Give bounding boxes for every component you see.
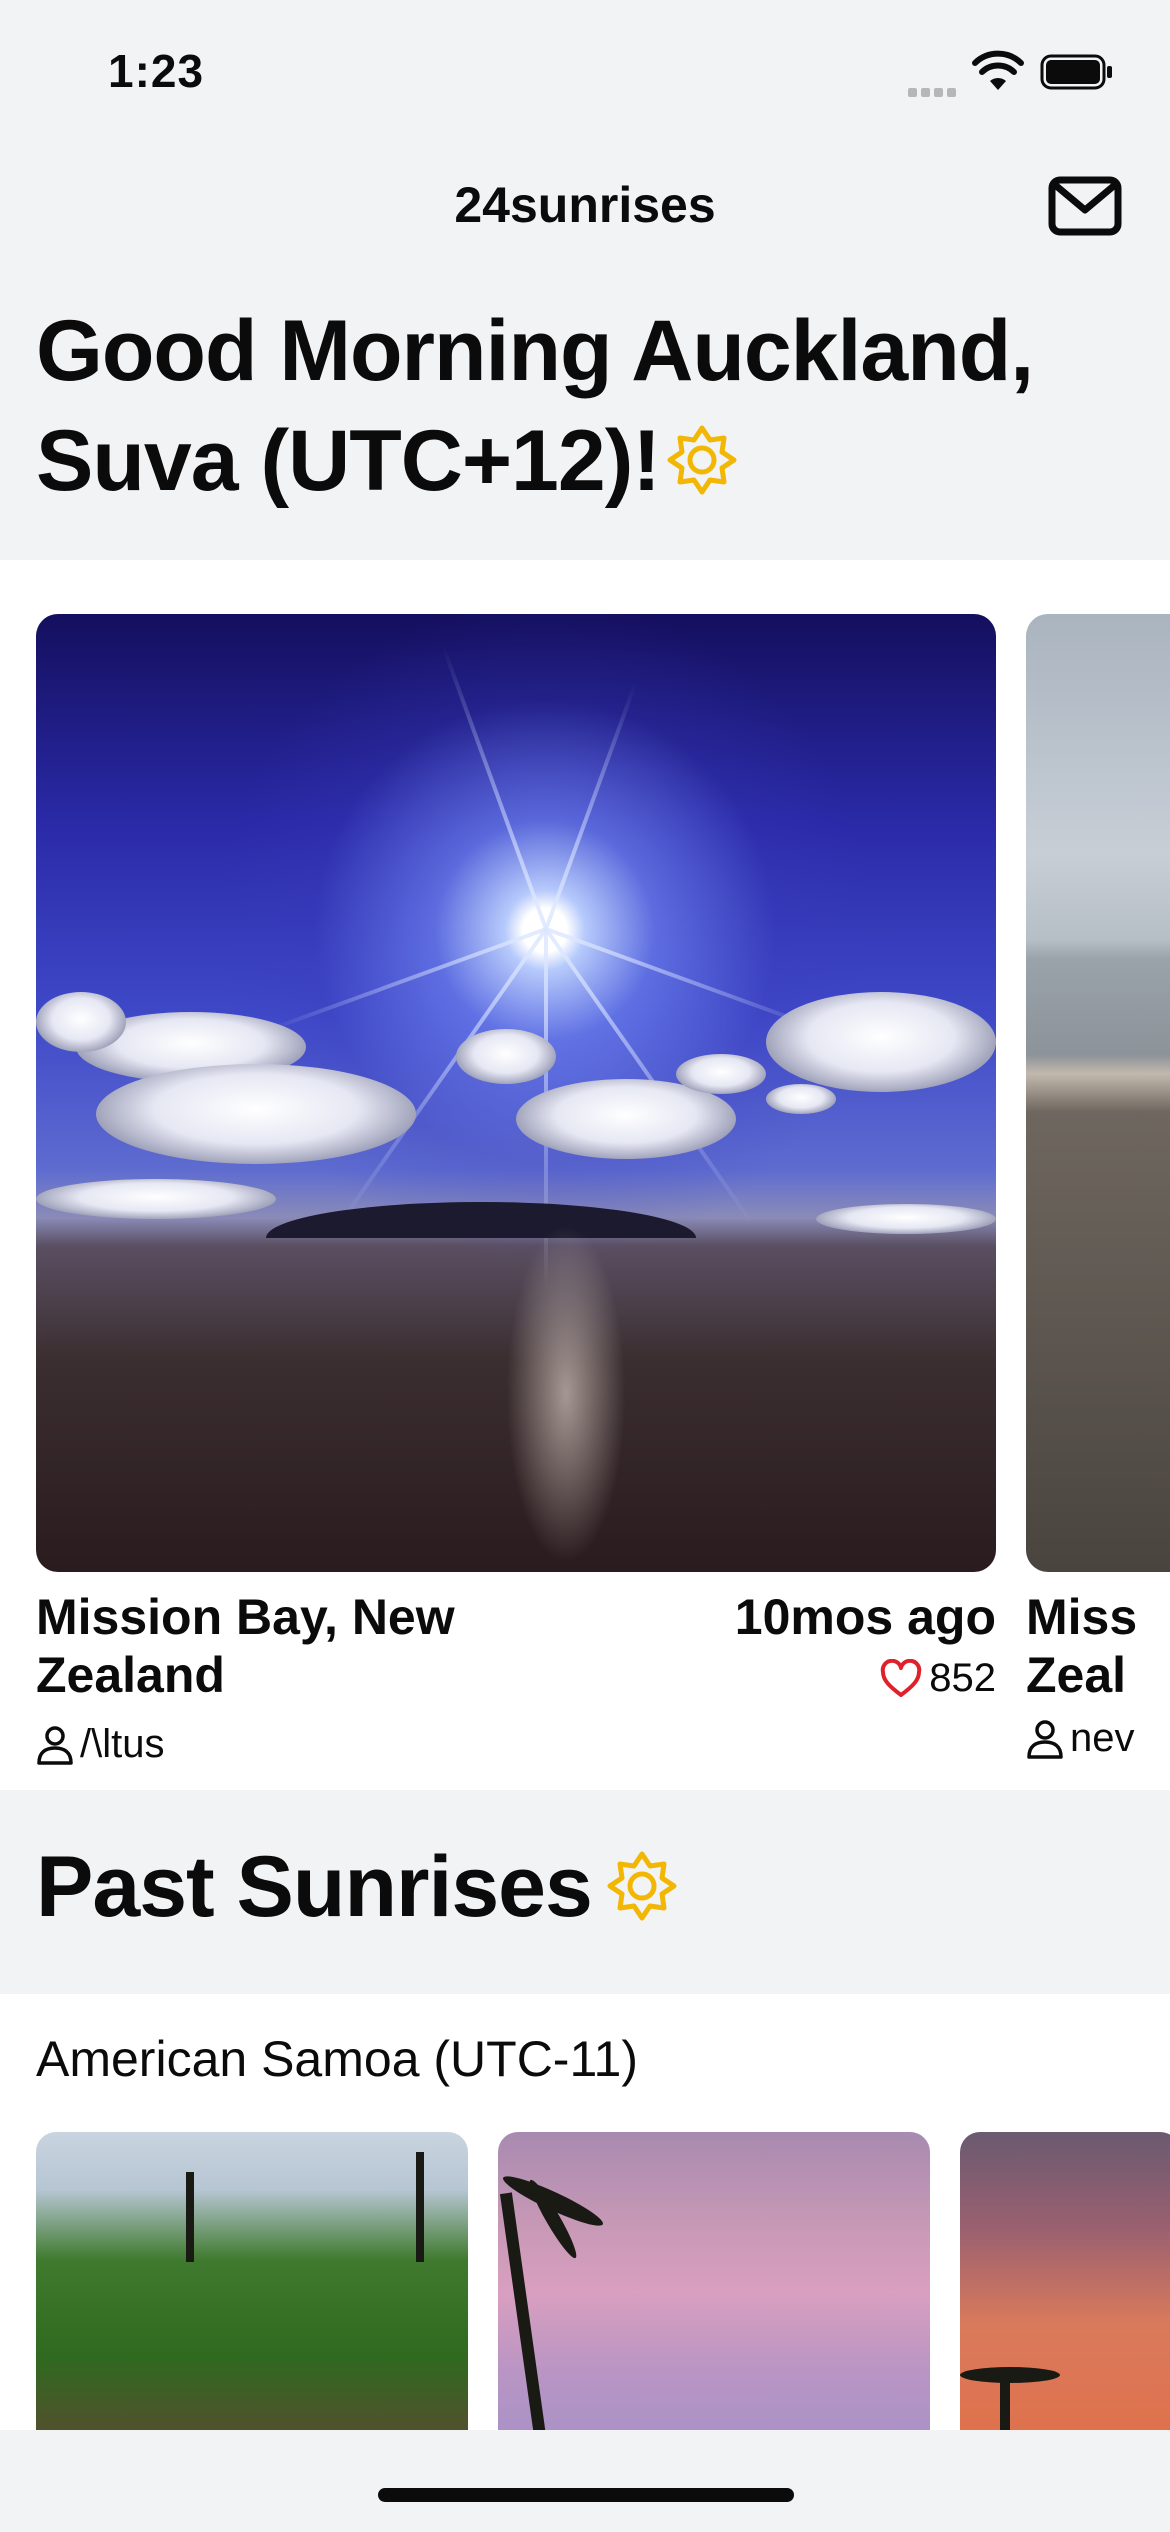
sunrise-photo-next[interactable] (1026, 614, 1170, 1572)
photographer-link[interactable]: /\ltus (36, 1722, 164, 1767)
sunrise-time-ago: 10mos ago (734, 1589, 996, 1645)
battery-icon (1040, 54, 1112, 90)
sunrise-location-next: Miss Zeal (1026, 1589, 1138, 1703)
past-sunrise-thumbnail[interactable] (36, 2132, 468, 2430)
mail-icon[interactable] (1048, 176, 1122, 236)
bottom-safe-area (0, 2430, 1170, 2532)
user-icon (1027, 1719, 1063, 1759)
sun-icon (667, 425, 737, 495)
home-indicator[interactable] (378, 2488, 794, 2502)
past-sunrises-list[interactable]: American Samoa (UTC-11) (0, 1994, 1170, 2430)
greeting-heading: Good Morning Auckland, Suva (UTC+12)! (36, 296, 1146, 516)
cellular-signal-icon (908, 84, 960, 102)
heart-icon[interactable] (879, 1658, 923, 1699)
sunrise-photo[interactable] (36, 614, 996, 1572)
photographer-link-next[interactable]: nev (1026, 1716, 1170, 1761)
sunrise-location: Mission Bay, New Zealand (36, 1589, 455, 1703)
status-time: 1:23 (108, 45, 205, 97)
like-count: 852 (929, 1656, 996, 1700)
timezone-label: American Samoa (UTC-11) (36, 2031, 639, 2087)
sunrise-card-meta: Mission Bay, New Zealand 10mos ago 852 /… (36, 1572, 996, 1766)
past-sunrise-thumbnail[interactable] (960, 2132, 1170, 2430)
wifi-icon (972, 50, 1024, 90)
status-bar: 1:23 (0, 0, 1170, 140)
past-sunrises-heading: Past Sunrises (36, 1838, 678, 1937)
app-title: 24sunrises (454, 177, 716, 233)
sun-icon (607, 1851, 677, 1921)
greeting-text: Good Morning Auckland, Suva (UTC+12)! (36, 303, 1034, 509)
sunrise-card[interactable]: Mission Bay, New Zealand 10mos ago 852 /… (36, 614, 996, 1766)
user-icon (37, 1725, 73, 1765)
past-sunrise-thumbnail[interactable] (498, 2132, 930, 2430)
todays-sunrises-carousel[interactable]: Mission Bay, New Zealand 10mos ago 852 /… (0, 560, 1170, 1790)
like-button[interactable]: 852 (879, 1656, 996, 1701)
photographer-name: /\ltus (80, 1722, 165, 1766)
photographer-name-next: nev (1070, 1716, 1135, 1760)
sunrise-card-next[interactable]: Miss Zeal nev (1026, 614, 1170, 1761)
